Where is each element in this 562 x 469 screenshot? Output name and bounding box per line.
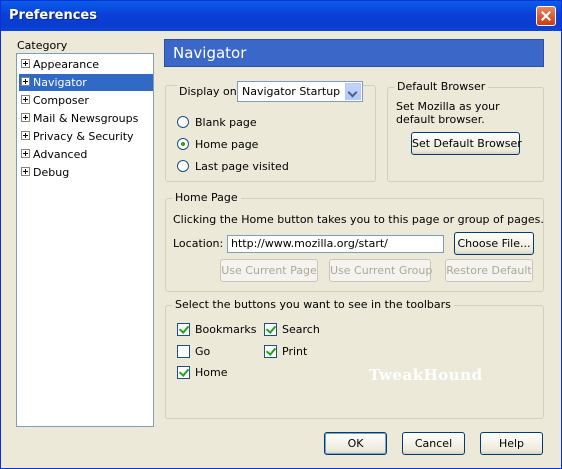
close-icon[interactable] xyxy=(536,6,556,26)
print-label: Print xyxy=(282,345,308,358)
location-input[interactable]: http://www.mozilla.org/start/ xyxy=(227,235,444,253)
ok-button[interactable]: OK xyxy=(324,432,387,455)
category-item-label: Advanced xyxy=(33,148,88,161)
radio-blank-page-label: Blank page xyxy=(195,116,257,129)
category-item-composer[interactable]: Composer xyxy=(19,92,153,109)
search-label: Search xyxy=(282,323,320,336)
radio-blank-page[interactable] xyxy=(177,116,189,128)
radio-home-page[interactable] xyxy=(177,138,189,150)
home-page-description: Clicking the Home button takes you to th… xyxy=(173,213,544,226)
category-item-debug[interactable]: Debug xyxy=(19,164,153,181)
expand-icon[interactable] xyxy=(21,167,30,176)
chevron-down-icon[interactable] xyxy=(345,83,361,100)
radio-last-page-label: Last page visited xyxy=(195,160,289,173)
expand-icon[interactable] xyxy=(21,95,30,104)
help-button[interactable]: Help xyxy=(480,432,543,455)
watermark: TweakHound xyxy=(369,366,483,384)
expand-icon[interactable] xyxy=(21,113,30,122)
category-label: Category xyxy=(17,39,68,52)
category-item-mail-newsgroups[interactable]: Mail & Newsgroups xyxy=(19,110,153,127)
preferences-window: Preferences Category Appearance Navigato… xyxy=(0,0,562,469)
expand-icon[interactable] xyxy=(21,149,30,158)
category-item-label: Debug xyxy=(33,166,70,179)
search-checkbox[interactable] xyxy=(264,323,277,336)
panel-title: Navigator xyxy=(173,44,247,62)
display-on-select[interactable]: Navigator Startup xyxy=(237,81,363,102)
category-item-appearance[interactable]: Appearance xyxy=(19,56,153,73)
default-browser-title: Default Browser xyxy=(394,80,489,93)
home-checkbox[interactable] xyxy=(177,366,190,379)
bookmarks-label: Bookmarks xyxy=(195,323,257,336)
category-item-label: Privacy & Security xyxy=(33,130,134,143)
use-current-group-button[interactable]: Use Current Group xyxy=(329,259,432,282)
title-bar[interactable]: Preferences xyxy=(1,1,561,31)
category-item-privacy-security[interactable]: Privacy & Security xyxy=(19,128,153,145)
location-label: Location: xyxy=(173,237,224,250)
choose-file-button[interactable]: Choose File... xyxy=(454,232,534,255)
radio-last-page-visited[interactable] xyxy=(177,160,189,172)
category-tree[interactable]: Appearance Navigator Composer Mail & New… xyxy=(16,53,154,427)
category-item-navigator[interactable]: Navigator xyxy=(19,74,153,91)
go-checkbox[interactable] xyxy=(177,345,190,358)
category-item-label: Mail & Newsgroups xyxy=(33,112,139,125)
home-label: Home xyxy=(195,366,228,379)
panel-header: Navigator xyxy=(164,39,544,67)
toolbars-title: Select the buttons you want to see in th… xyxy=(172,298,454,311)
window-title: Preferences xyxy=(9,8,97,23)
set-default-browser-button[interactable]: Set Default Browser xyxy=(411,132,522,155)
expand-icon[interactable] xyxy=(21,59,30,68)
restore-default-button[interactable]: Restore Default xyxy=(445,259,533,282)
expand-icon[interactable] xyxy=(21,131,30,140)
category-item-advanced[interactable]: Advanced xyxy=(19,146,153,163)
cancel-button[interactable]: Cancel xyxy=(402,432,465,455)
category-item-label: Composer xyxy=(33,94,89,107)
bookmarks-checkbox[interactable] xyxy=(177,323,190,336)
category-item-label: Appearance xyxy=(33,58,100,71)
use-current-page-button[interactable]: Use Current Page xyxy=(220,259,318,282)
display-on-label: Display on xyxy=(177,85,239,98)
print-checkbox[interactable] xyxy=(264,345,277,358)
radio-home-page-label: Home page xyxy=(195,138,259,151)
go-label: Go xyxy=(195,345,211,358)
home-page-title: Home Page xyxy=(172,191,241,204)
category-item-label: Navigator xyxy=(33,76,87,89)
display-on-value: Navigator Startup xyxy=(242,85,341,98)
expand-icon[interactable] xyxy=(21,77,30,86)
default-browser-description: Set Mozilla as your default browser. xyxy=(396,100,500,126)
